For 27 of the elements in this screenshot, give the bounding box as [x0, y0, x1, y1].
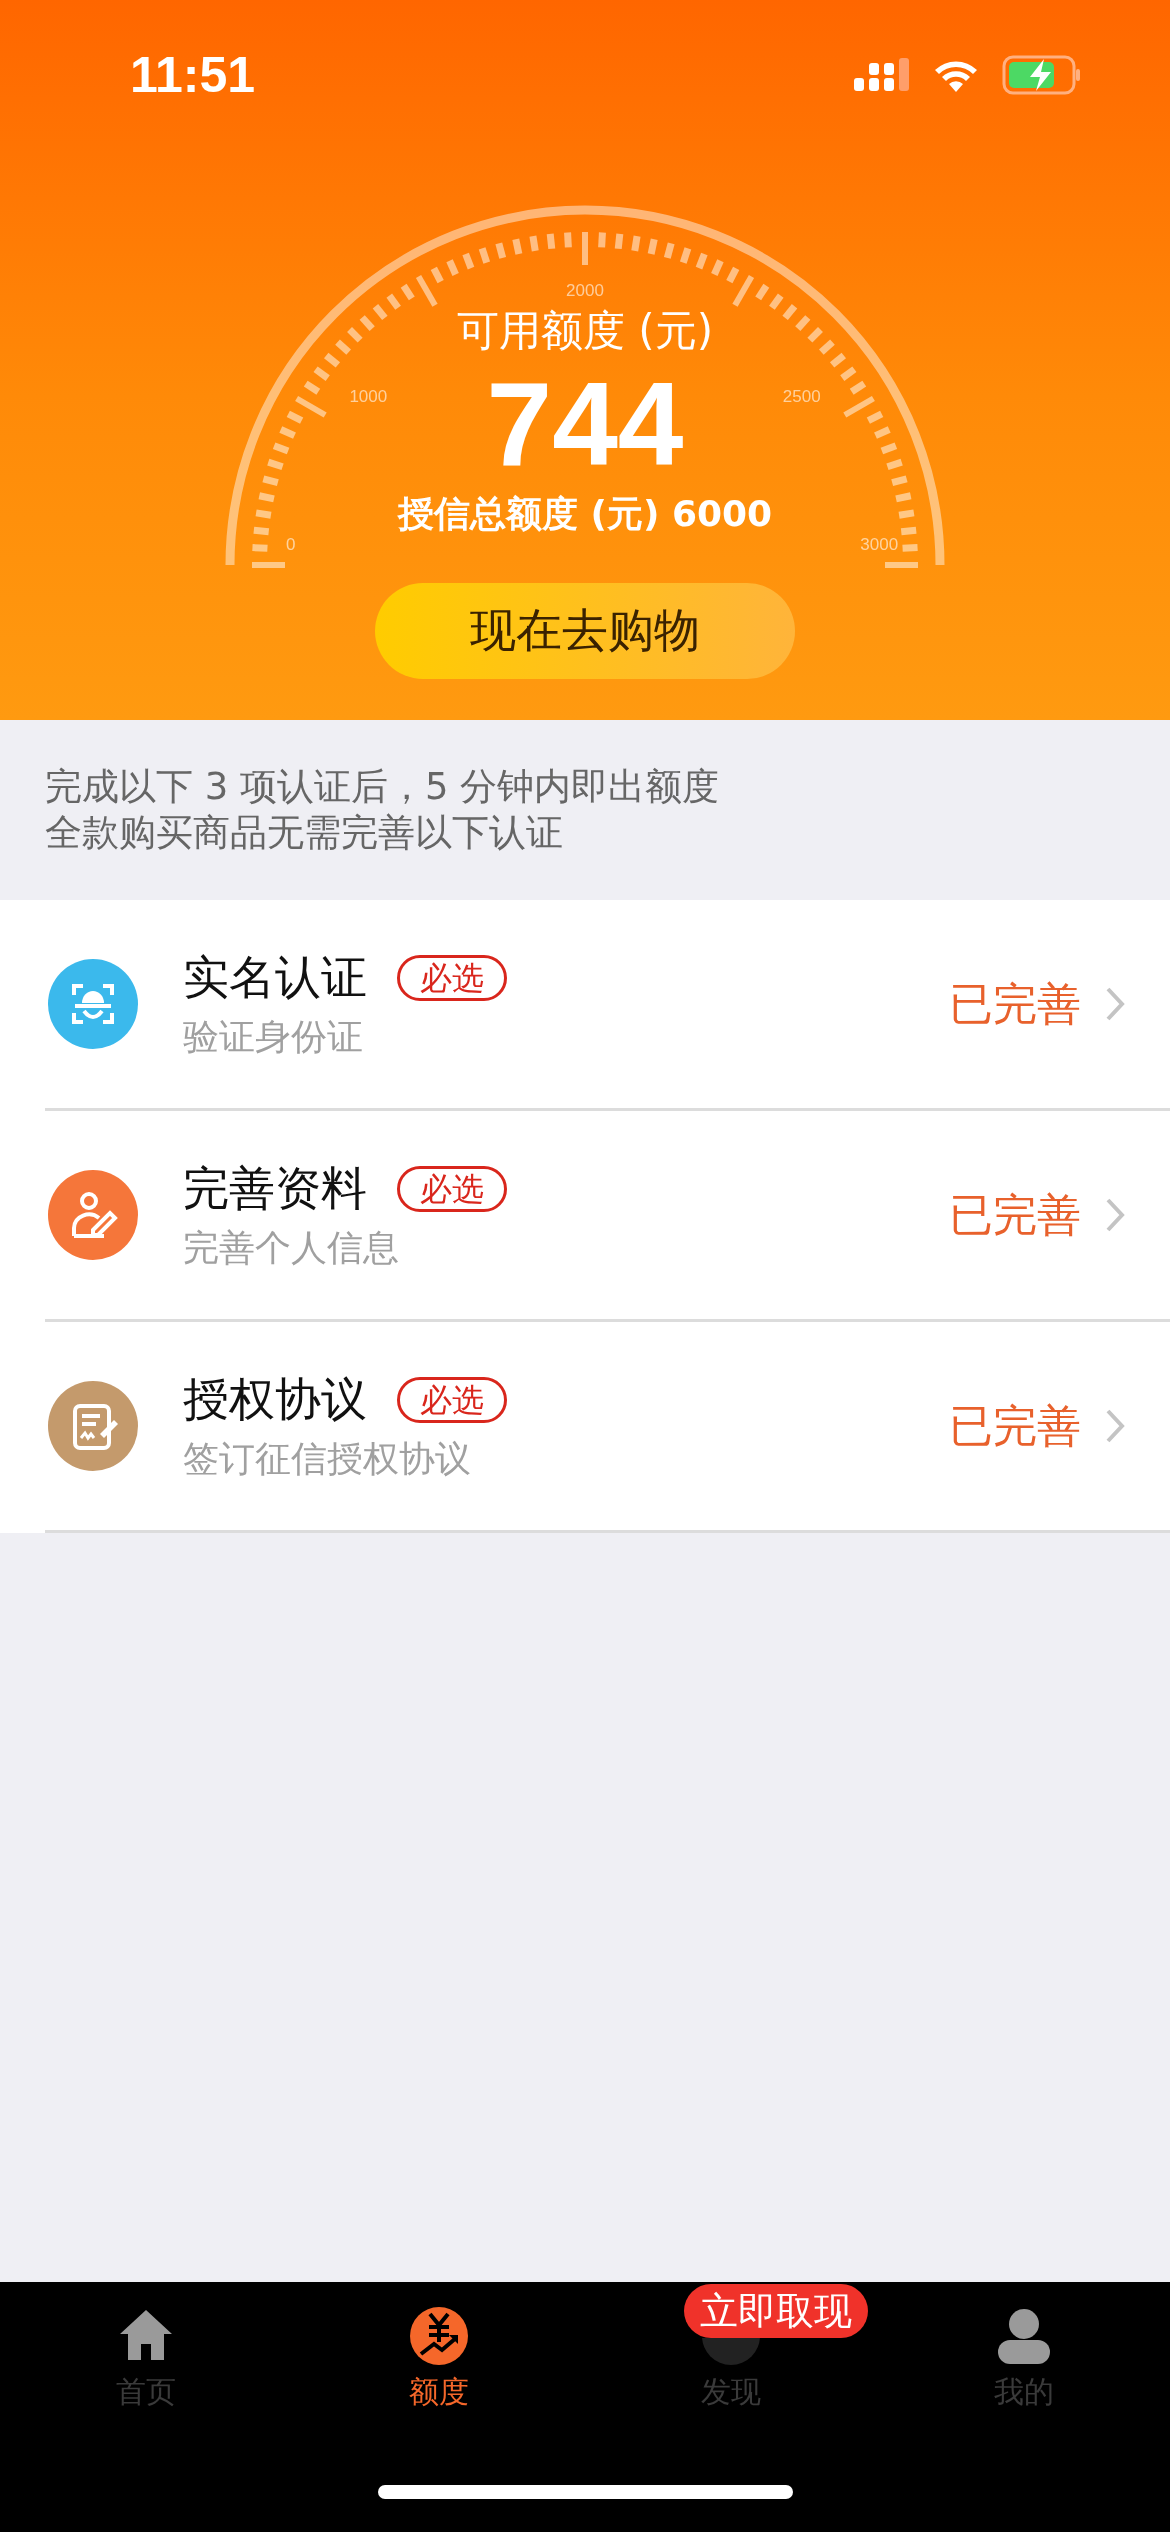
status-text: 已完善: [949, 1398, 1081, 1453]
tab-label: 我的: [993, 2373, 1054, 2411]
gauge-scale-label: 0: [286, 535, 296, 555]
total-credit-label: 授信总额度 (元) 6000: [397, 492, 773, 536]
tab-label: 首页: [116, 2373, 177, 2411]
gauge-scale-label: 1000: [349, 386, 388, 406]
status-text: 已完善: [949, 1187, 1081, 1242]
gauge-scale-label: 2000: [566, 281, 604, 300]
status-text: 已完善: [949, 976, 1081, 1031]
required-tag: 必选: [397, 954, 507, 1001]
item-title: 实名认证: [183, 948, 367, 1006]
gauge-scale-label: 3000: [860, 535, 899, 555]
available-credit-amount: 744: [486, 359, 684, 489]
item-subtitle: 验证身份证: [183, 1014, 364, 1059]
gauge-scale-label: 2500: [782, 386, 821, 406]
required-tag: 必选: [397, 1376, 507, 1423]
item-title: 完善资料: [183, 1159, 367, 1217]
notice-text: 完成以下 3 项认证后，5 分钟内即出额度: [45, 764, 721, 810]
notice-text: 全款购买商品无需完善以下认证: [45, 810, 564, 856]
status-time: 11:51: [130, 46, 256, 104]
tab-label: 额度: [408, 2373, 469, 2411]
available-credit-label: 可用额度 (元): [456, 305, 714, 357]
tab-label: 发现: [701, 2373, 762, 2411]
item-title: 授权协议: [183, 1370, 367, 1428]
item-subtitle: 完善个人信息: [183, 1225, 400, 1270]
item-subtitle: 签订征信授权协议: [183, 1436, 472, 1481]
required-tag: 必选: [397, 1165, 507, 1212]
